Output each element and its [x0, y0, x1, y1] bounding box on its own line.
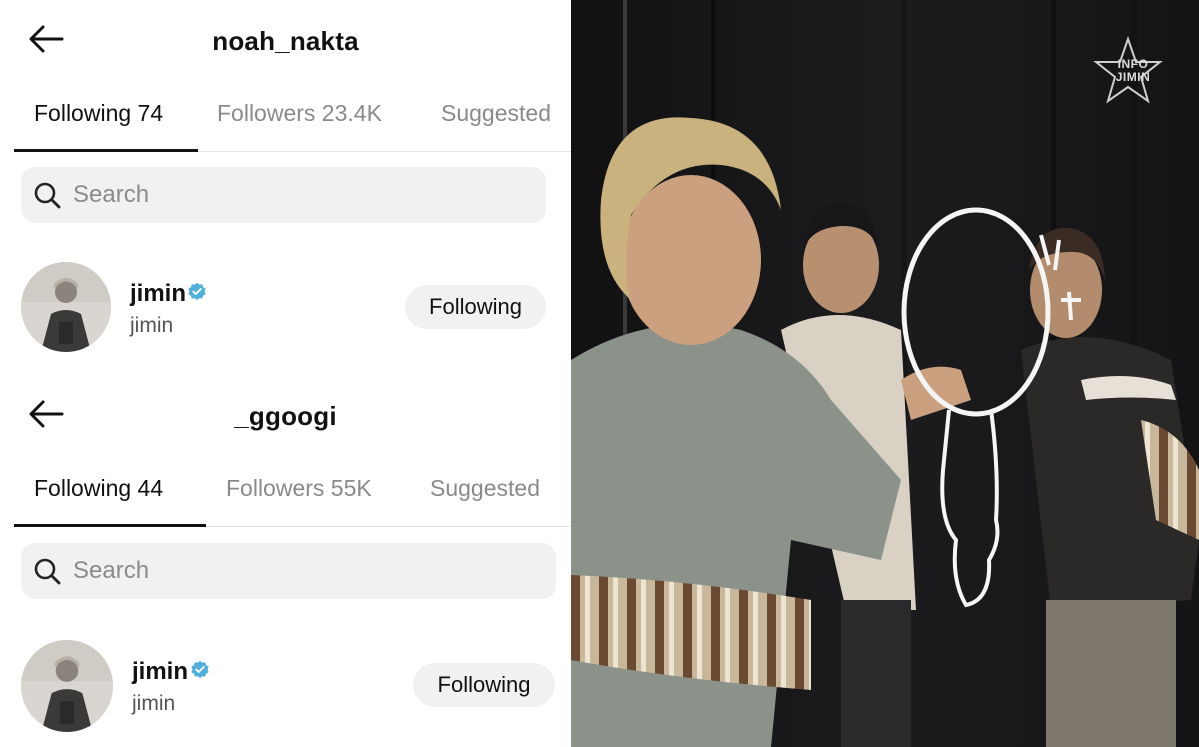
tab-bar: Following 74 Followers 23.4K Suggested [14, 92, 571, 152]
username[interactable]: jimin [130, 280, 186, 308]
avatar[interactable] [21, 640, 113, 732]
profile-panel-noah-nakta: noah_nakta Following 74 Followers 23.4K … [0, 0, 571, 375]
tab-bar: Following 44 Followers 55K Suggested [14, 467, 571, 527]
active-tab-indicator [14, 149, 198, 152]
list-item[interactable]: jimin jimin Following [0, 262, 571, 354]
search-input[interactable]: Search [21, 167, 546, 223]
photo-scene [571, 0, 1199, 747]
photo-still: INFO JIMIN [571, 0, 1199, 747]
watermark-text: INFO JIMIN [1115, 57, 1151, 84]
screenshot-composite: noah_nakta Following 74 Followers 23.4K … [0, 0, 571, 747]
list-item[interactable]: jimin jimin Following [0, 640, 571, 732]
page-title: _ggoogi [234, 401, 337, 431]
tab-suggested[interactable]: Suggested [430, 475, 540, 502]
user-handle: jimin [132, 692, 176, 715]
search-placeholder: Search [73, 181, 150, 208]
search-input[interactable]: Search [21, 543, 556, 599]
avatar[interactable] [21, 262, 111, 352]
tab-suggested[interactable]: Suggested [441, 100, 551, 127]
username[interactable]: jimin [132, 658, 188, 686]
active-tab-indicator [14, 524, 206, 527]
user-handle: jimin [130, 314, 174, 337]
following-button[interactable]: Following [413, 663, 555, 707]
verified-badge-icon [188, 282, 206, 300]
following-button[interactable]: Following [405, 285, 546, 329]
profile-panel-ggoogi: _ggoogi Following 44 Followers 55K Sugge… [0, 375, 571, 747]
tab-following[interactable]: Following 44 [34, 475, 163, 502]
verified-badge-icon [191, 660, 209, 678]
tab-followers[interactable]: Followers 23.4K [217, 100, 382, 127]
page-title: noah_nakta [212, 26, 359, 56]
tab-following[interactable]: Following 74 [34, 100, 163, 127]
search-icon [34, 182, 61, 209]
tab-followers[interactable]: Followers 55K [226, 475, 372, 502]
search-placeholder: Search [73, 557, 150, 584]
search-icon [34, 558, 61, 585]
